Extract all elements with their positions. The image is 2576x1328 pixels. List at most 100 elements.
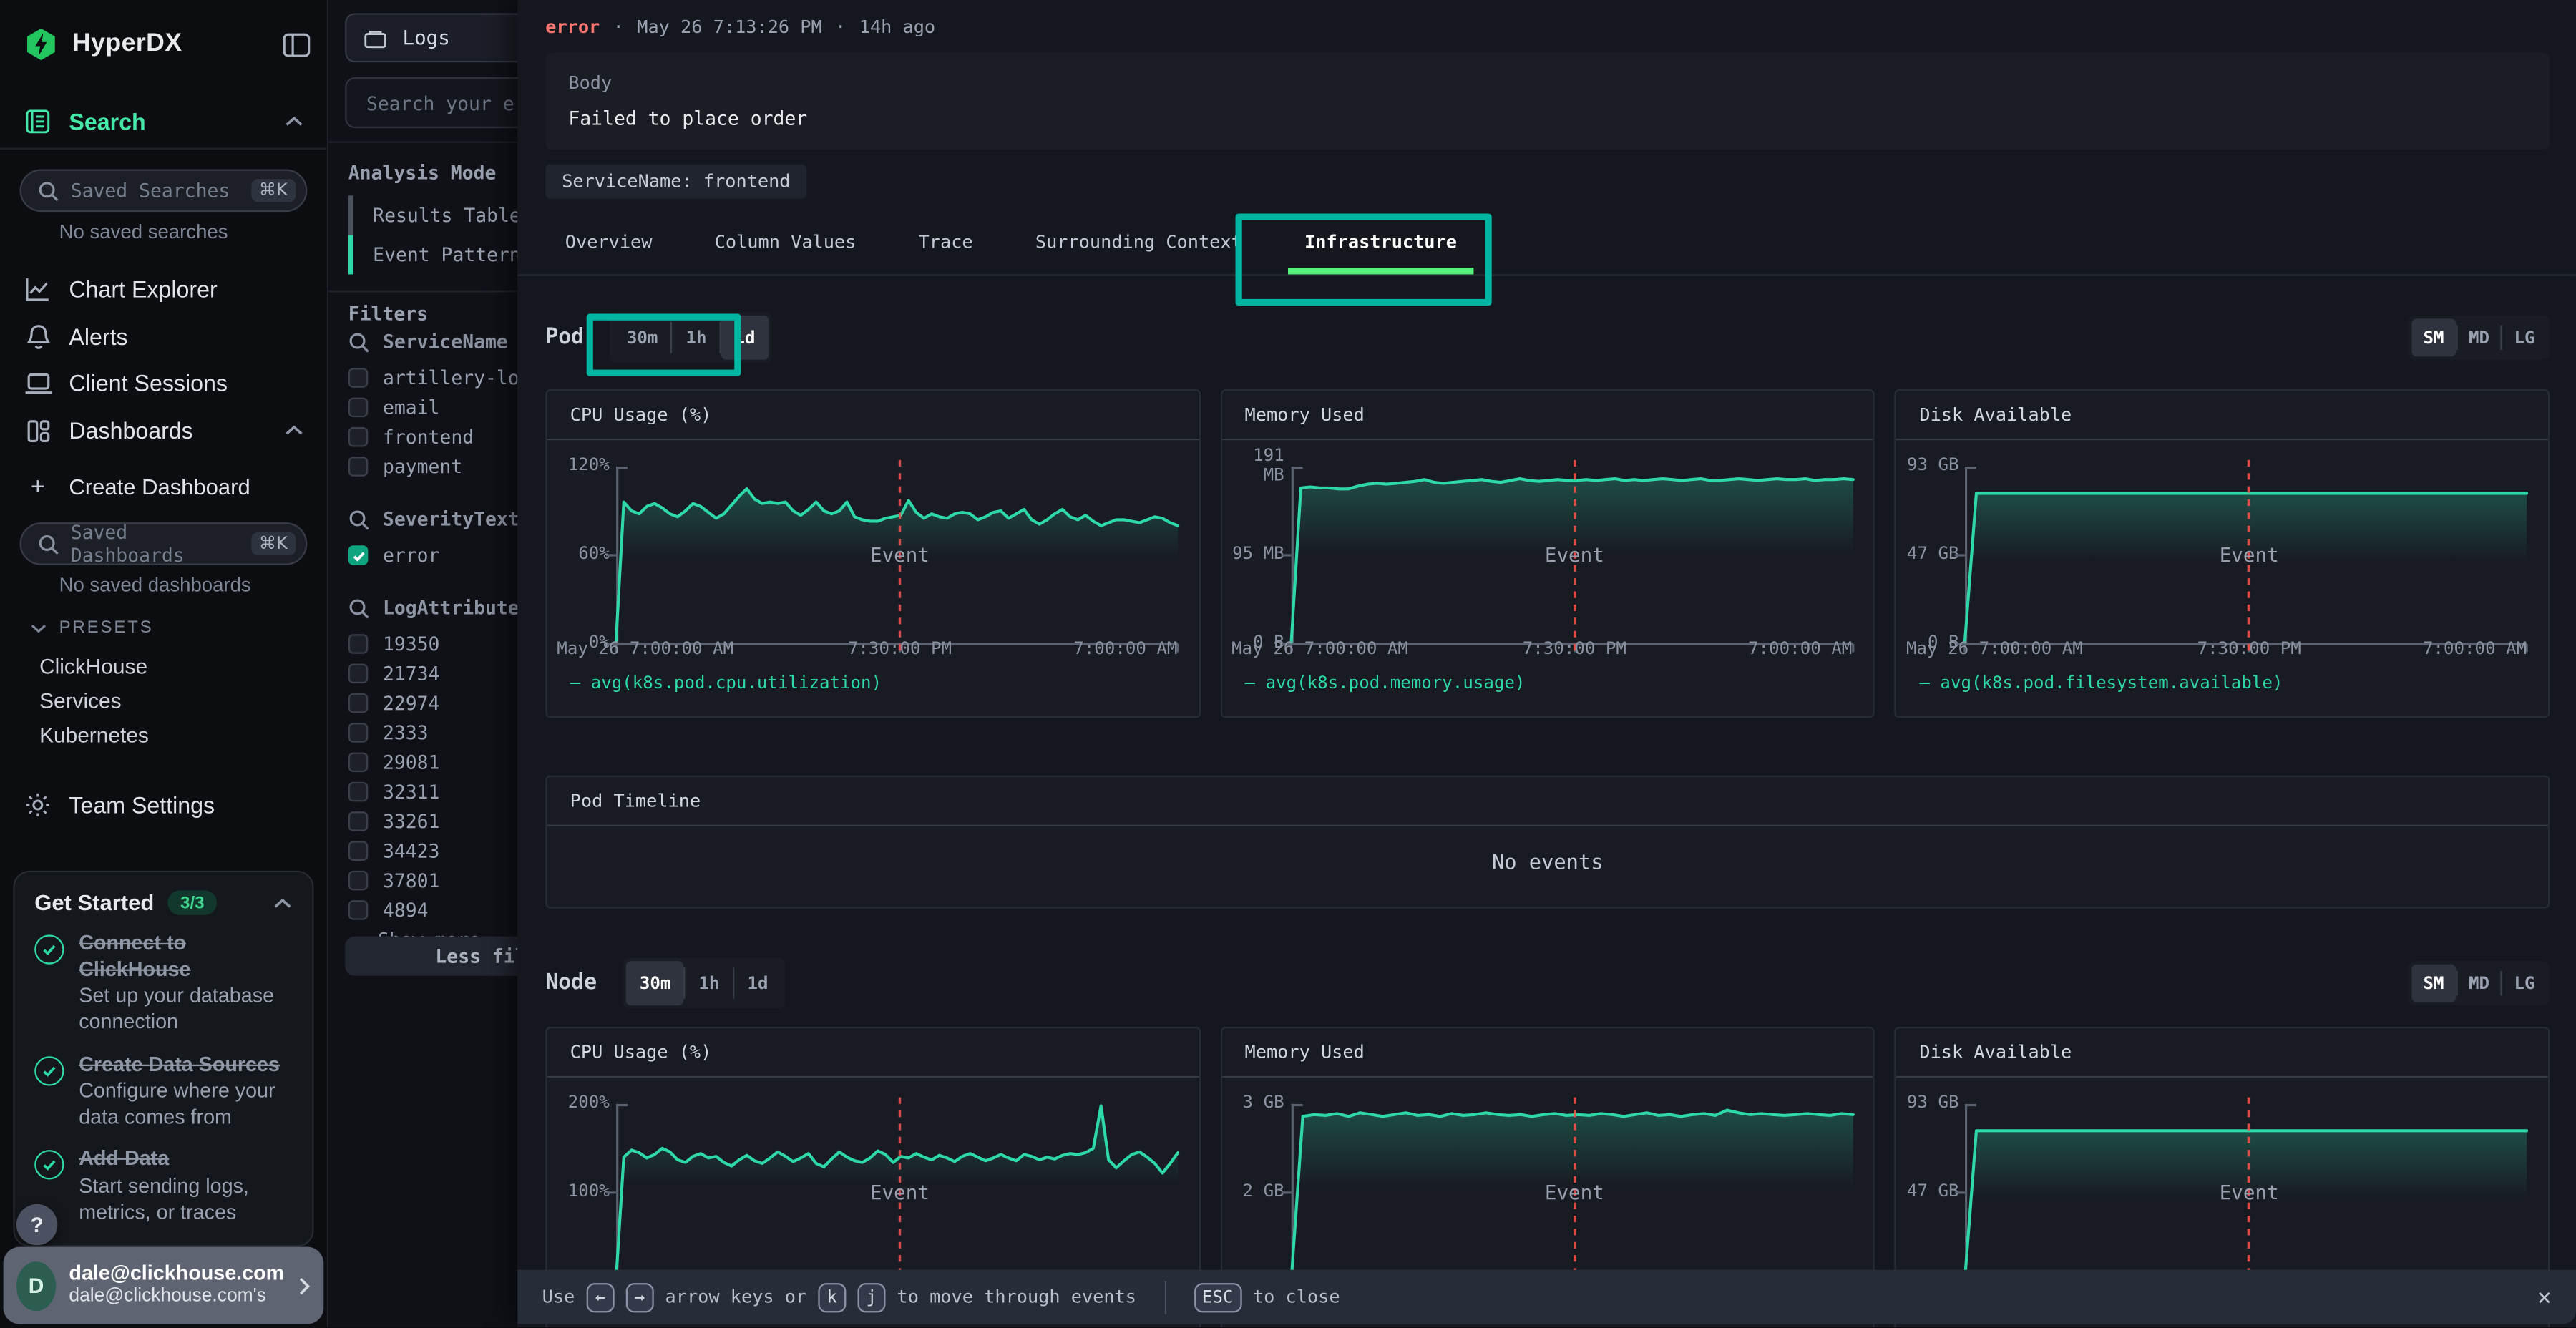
x-tick-label: 7:00:00 AM bbox=[1748, 639, 1852, 659]
hint-text: Use bbox=[542, 1287, 575, 1309]
checkbox[interactable] bbox=[348, 841, 369, 861]
event-marker-label: Event bbox=[870, 1181, 930, 1204]
get-started-item-title: Connect to ClickHouse bbox=[79, 932, 292, 983]
event-marker-label: Event bbox=[2220, 544, 2279, 567]
saved-searches-input[interactable]: Saved Searches ⌘K bbox=[20, 169, 308, 212]
chart-title: Disk Available bbox=[1896, 1028, 2548, 1078]
preset-services[interactable]: Services bbox=[39, 688, 121, 713]
checkbox[interactable] bbox=[348, 811, 369, 831]
chart-title: CPU Usage (%) bbox=[547, 1028, 1199, 1078]
sidebar-item-label: Chart Explorer bbox=[69, 276, 217, 303]
divider bbox=[2456, 971, 2457, 995]
pod-size-sm[interactable]: SM bbox=[2411, 318, 2455, 356]
get-started-badge: 3/3 bbox=[167, 890, 218, 914]
checkbox[interactable] bbox=[348, 871, 369, 891]
preset-clickhouse[interactable]: ClickHouse bbox=[39, 654, 147, 678]
keyboard-hint-bar: Use ← → arrow keys or k j to move throug… bbox=[517, 1271, 2576, 1325]
node-range-30m[interactable]: 30m bbox=[626, 961, 683, 1005]
body-value: Failed to place order bbox=[568, 107, 2527, 130]
tab-infrastructure[interactable]: Infrastructure bbox=[1285, 218, 1477, 274]
sidebar-item-team-settings[interactable]: Team Settings bbox=[0, 782, 327, 828]
node-range-1d[interactable]: 1d bbox=[734, 961, 781, 1005]
user-menu[interactable]: D dale@clickhouse.com dale@clickhouse.co… bbox=[4, 1247, 324, 1324]
service-name-tag[interactable]: ServiceName: frontend bbox=[545, 165, 806, 199]
sidebar-item-alerts[interactable]: Alerts bbox=[0, 314, 327, 360]
node-size-sm[interactable]: SM bbox=[2411, 965, 2455, 1002]
node-size-lg[interactable]: LG bbox=[2502, 965, 2546, 1002]
x-tick-label: 7:30:00 PM bbox=[2197, 639, 2301, 659]
plus-icon: + bbox=[23, 472, 52, 500]
y-tick-label: 60% bbox=[547, 546, 610, 565]
presets-label: PRESETS bbox=[59, 617, 154, 638]
analysis-mode-event-patterns[interactable]: Event Patterns bbox=[348, 235, 532, 274]
no-events-text: No events bbox=[547, 849, 2548, 874]
create-dashboard-button[interactable]: + Create Dashboard bbox=[0, 467, 327, 506]
presets-toggle[interactable]: PRESETS bbox=[29, 617, 153, 638]
pod-range-1h[interactable]: 1h bbox=[673, 316, 720, 360]
tab-column-values[interactable]: Column Values bbox=[695, 218, 876, 274]
y-tick-label: 120% bbox=[547, 457, 610, 477]
get-started-item[interactable]: Connect to ClickHouseSet up your databas… bbox=[34, 932, 292, 1036]
j-keycap: j bbox=[857, 1283, 885, 1312]
no-saved-searches: No saved searches bbox=[59, 220, 228, 243]
dashboards-icon bbox=[23, 418, 52, 442]
node-size-md[interactable]: MD bbox=[2457, 965, 2501, 1002]
x-tick-label: May 26 7:00:00 AM bbox=[557, 639, 733, 659]
event-marker-label: Event bbox=[1545, 1181, 1604, 1204]
sidebar-item-label: Client Sessions bbox=[69, 370, 228, 396]
get-started-item[interactable]: Add DataStart sending logs, metrics, or … bbox=[34, 1147, 292, 1226]
checkbox[interactable] bbox=[348, 398, 369, 418]
chevron-down-icon bbox=[29, 622, 47, 633]
y-tick-label: 95 MB bbox=[1221, 546, 1284, 565]
checkbox[interactable] bbox=[348, 723, 369, 743]
chart-title: Memory Used bbox=[1221, 1028, 1873, 1078]
pod-range-1d[interactable]: 1d bbox=[721, 316, 769, 360]
pod-size-md[interactable]: MD bbox=[2457, 318, 2501, 356]
tab-trace[interactable]: Trace bbox=[899, 218, 992, 274]
pod-section-header: Pod 30m1h1d SMMDLG bbox=[545, 312, 2550, 363]
chevron-up-icon[interactable] bbox=[284, 424, 304, 436]
checkbox[interactable] bbox=[348, 900, 369, 920]
sidebar-item-chart-explorer[interactable]: Chart Explorer bbox=[0, 266, 327, 312]
divider bbox=[1164, 1281, 1166, 1314]
hyperdx-logo-icon bbox=[23, 26, 59, 63]
hint-text: arrow keys or bbox=[665, 1287, 807, 1309]
pod-size-lg[interactable]: LG bbox=[2502, 318, 2546, 356]
get-started-item-title: Add Data bbox=[79, 1147, 292, 1173]
checkbox[interactable] bbox=[348, 634, 369, 654]
checkbox[interactable] bbox=[348, 456, 369, 477]
severity-badge: error bbox=[545, 16, 600, 38]
checkbox[interactable] bbox=[348, 782, 369, 802]
help-button[interactable]: ? bbox=[16, 1204, 57, 1245]
chevron-up-icon[interactable] bbox=[273, 896, 293, 909]
get-started-item[interactable]: Create Data SourcesConfigure where your … bbox=[34, 1053, 292, 1131]
y-tick-label: 100% bbox=[547, 1183, 610, 1203]
node-range-1h[interactable]: 1h bbox=[686, 961, 733, 1005]
sidebar-item-client-sessions[interactable]: Client Sessions bbox=[0, 360, 327, 406]
checkbox[interactable] bbox=[348, 427, 369, 447]
checkbox[interactable] bbox=[348, 664, 369, 684]
sidebar-item-dashboards[interactable]: Dashboards bbox=[0, 407, 327, 453]
tab-overview[interactable]: Overview bbox=[545, 218, 672, 274]
tab-surrounding-context[interactable]: Surrounding Context bbox=[1015, 218, 1262, 274]
get-started-card: Get Started 3/3 Connect to ClickHouseSet… bbox=[13, 871, 313, 1247]
close-icon[interactable]: ✕ bbox=[2537, 1284, 2551, 1311]
create-dashboard-label: Create Dashboard bbox=[69, 474, 250, 498]
chart-explorer-icon bbox=[23, 276, 52, 303]
k-keycap: k bbox=[818, 1283, 846, 1312]
separator: · bbox=[613, 16, 624, 38]
saved-dashboards-input[interactable]: Saved Dashboards ⌘K bbox=[20, 522, 308, 565]
gear-icon bbox=[23, 792, 52, 819]
collapse-sidebar-icon[interactable] bbox=[283, 32, 311, 57]
pod-range-30m[interactable]: 30m bbox=[613, 316, 670, 360]
sidebar-item-search[interactable]: Search bbox=[0, 99, 327, 145]
search-icon bbox=[348, 509, 370, 530]
chevron-up-icon[interactable] bbox=[284, 115, 304, 128]
y-tick-label: 200% bbox=[547, 1095, 610, 1114]
checkbox[interactable] bbox=[348, 545, 369, 565]
checkbox[interactable] bbox=[348, 368, 369, 388]
preset-kubernetes[interactable]: Kubernetes bbox=[39, 723, 149, 747]
checkbox[interactable] bbox=[348, 693, 369, 713]
analysis-mode-results-table[interactable]: Results Table bbox=[348, 195, 532, 235]
checkbox[interactable] bbox=[348, 753, 369, 773]
